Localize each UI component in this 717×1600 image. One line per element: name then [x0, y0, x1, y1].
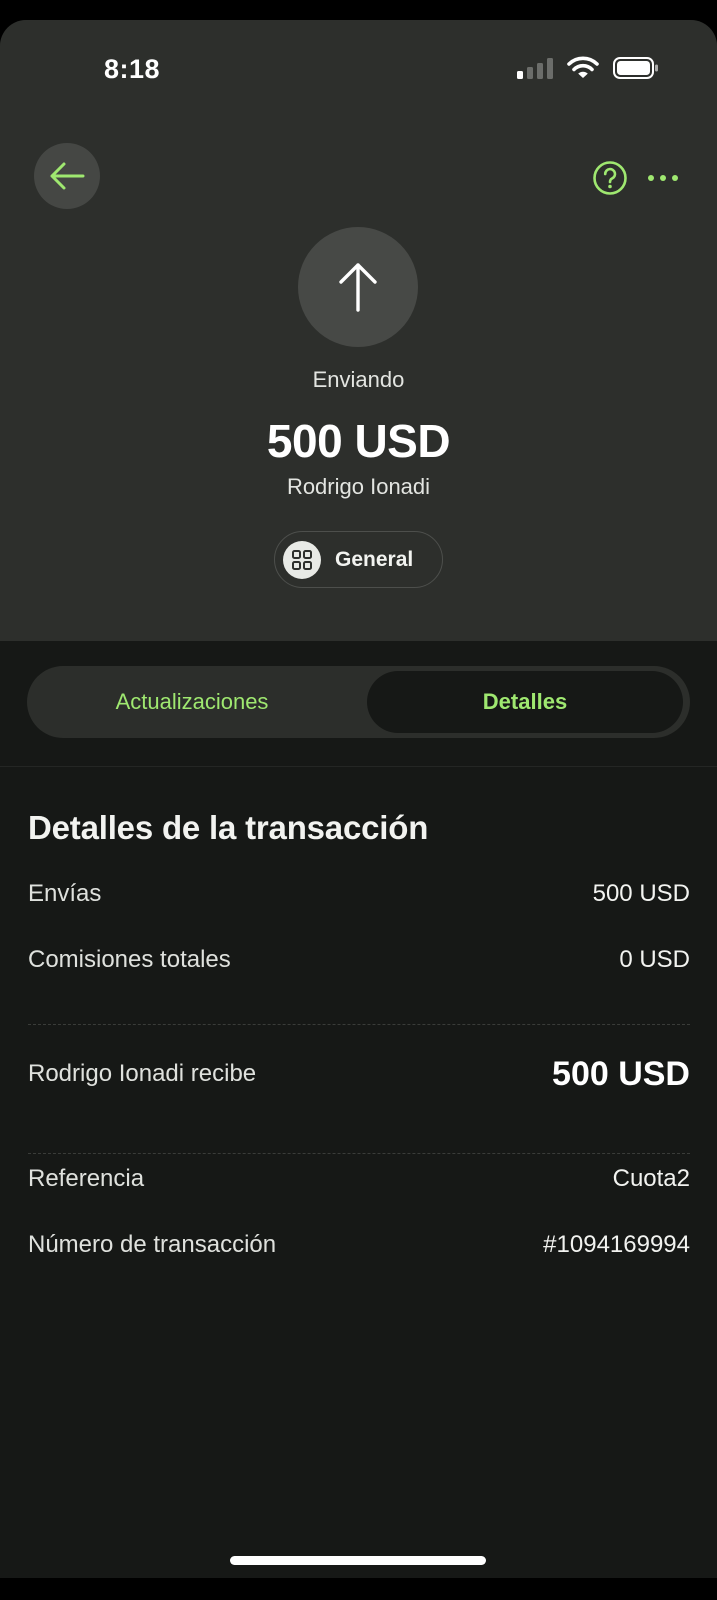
- category-chip[interactable]: General: [274, 531, 443, 588]
- status-time: 8:18: [104, 54, 161, 84]
- detail-value: 500 USD: [592, 880, 690, 907]
- detail-row-transaction-number: Número de transacción #1094169994: [28, 1231, 690, 1259]
- wifi-icon: [567, 56, 599, 78]
- transfer-summary-header: 8:18 Enviando 500 USD Rodrigo Ionadi Gen…: [0, 20, 717, 641]
- detail-row-received: Rodrigo Ionadi recibe 500 USD: [28, 1049, 690, 1099]
- status-icons: [517, 56, 659, 80]
- divider: [0, 766, 717, 767]
- category-label: General: [335, 547, 414, 571]
- transaction-number[interactable]: #1094169994: [543, 1231, 690, 1259]
- tab-detalles[interactable]: Detalles: [367, 671, 683, 733]
- detail-label: Comisiones totales: [28, 946, 231, 973]
- detail-row-fees: Comisiones totales 0 USD: [28, 946, 690, 974]
- detail-value: 0 USD: [619, 946, 690, 973]
- dashed-divider: [28, 1153, 690, 1154]
- detail-label: Envías: [28, 880, 102, 907]
- dashed-divider: [28, 1024, 690, 1025]
- back-button[interactable]: [34, 143, 100, 209]
- arrow-left-icon: [50, 162, 85, 190]
- app-screen: 8:18 Enviando 500 USD Rodrigo Ionadi Gen…: [0, 20, 717, 1578]
- battery-icon: [613, 57, 658, 79]
- segmented-tabs: Actualizaciones Detalles: [27, 666, 690, 738]
- home-indicator[interactable]: [230, 1556, 486, 1565]
- section-title: Detalles de la transacción: [28, 809, 429, 846]
- recipient-name: Rodrigo Ionadi: [286, 474, 431, 499]
- detail-label: Número de transacción: [28, 1231, 277, 1258]
- cellular-signal-icon: [517, 57, 553, 79]
- more-horizontal-icon: [648, 175, 654, 181]
- help-button[interactable]: [592, 160, 628, 196]
- detail-value: Cuota2: [612, 1165, 690, 1192]
- received-amount: 500 USD: [552, 1054, 690, 1093]
- detail-label: Referencia: [28, 1165, 145, 1192]
- detail-label: Rodrigo Ionadi recibe: [28, 1060, 257, 1087]
- transfer-amount: 500 USD: [266, 415, 451, 467]
- grid-icon: [283, 540, 321, 579]
- more-options-button[interactable]: [648, 168, 678, 188]
- detail-row-reference: Referencia Cuota2: [28, 1165, 690, 1193]
- transfer-status: Enviando: [312, 367, 405, 392]
- arrow-up-icon: [339, 263, 377, 312]
- tab-actualizaciones[interactable]: Actualizaciones: [33, 671, 351, 733]
- detail-row-sent: Envías 500 USD: [28, 880, 690, 908]
- transfer-direction-badge: [298, 227, 418, 347]
